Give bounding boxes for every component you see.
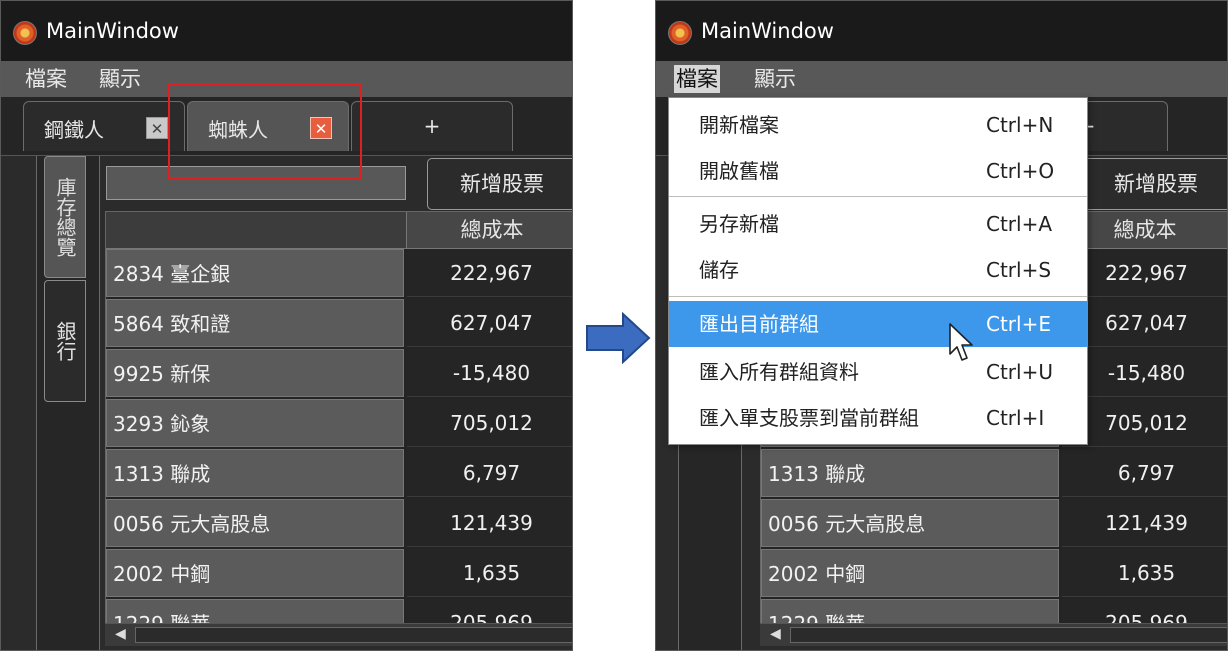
annotation-highlight-box xyxy=(168,83,362,179)
menu-item-import-all-groups[interactable]: 匯入所有群組資料 Ctrl+U xyxy=(669,349,1087,395)
stock-cost: 222,967 xyxy=(407,249,572,297)
scroll-left-icon[interactable]: ◀ xyxy=(115,626,126,642)
menu-item-label: 匯入所有群組資料 xyxy=(699,360,859,384)
side-tab-bank[interactable]: 銀行 xyxy=(44,280,86,402)
menu-item-open-file[interactable]: 開啟舊檔 Ctrl+O xyxy=(669,148,1087,194)
table-row[interactable]: 2002 中鋼 1,635 xyxy=(106,549,572,598)
stock-cost: 6,797 xyxy=(1062,449,1227,497)
table-row[interactable]: 1313 聯成 6,797 xyxy=(106,449,572,498)
menu-item-shortcut: Ctrl+S xyxy=(986,258,1052,282)
tab-label: 鋼鐵人 xyxy=(44,118,104,142)
stock-cost: -15,480 xyxy=(407,349,572,397)
menu-separator xyxy=(669,196,1087,197)
menu-item-label: 儲存 xyxy=(699,258,739,282)
stock-name: 9925 新保 xyxy=(106,349,404,397)
menu-separator xyxy=(669,296,1087,297)
menu-item-export-group[interactable]: 匯出目前群組 Ctrl+E xyxy=(669,301,1087,347)
stock-name: 3293 鈊象 xyxy=(106,399,404,447)
menu-file[interactable]: 檔案 xyxy=(23,65,69,93)
stock-name: 0056 元大高股息 xyxy=(106,499,404,547)
window-title: MainWindow xyxy=(46,19,179,43)
stock-cost: 121,439 xyxy=(1062,499,1227,547)
menu-item-shortcut: Ctrl+N xyxy=(986,113,1054,137)
menu-item-label: 另存新檔 xyxy=(699,212,779,236)
side-tab-inventory[interactable]: 庫存總覽 xyxy=(44,156,86,278)
menu-item-import-single-stock[interactable]: 匯入單支股票到當前群組 Ctrl+I xyxy=(669,395,1087,441)
stock-cost: 1,635 xyxy=(407,549,572,597)
tab-ironman[interactable]: 鋼鐵人 ✕ xyxy=(23,101,185,151)
close-icon[interactable]: ✕ xyxy=(146,117,168,139)
scroll-thumb[interactable] xyxy=(135,627,572,643)
menu-item-label: 匯入單支股票到當前群組 xyxy=(699,406,919,430)
app-icon xyxy=(668,21,692,45)
menu-file[interactable]: 檔案 xyxy=(674,65,720,93)
app-icon xyxy=(13,21,37,45)
stock-cost: 6,797 xyxy=(407,449,572,497)
stock-name: 0056 元大高股息 xyxy=(761,499,1059,547)
menu-item-label: 匯出目前群組 xyxy=(699,312,819,336)
stock-cost: 627,047 xyxy=(407,299,572,347)
stock-name: 2002 中鋼 xyxy=(761,549,1059,597)
title-bar: MainWindow xyxy=(656,1,1227,61)
add-stock-button[interactable]: 新增股票 xyxy=(427,158,572,210)
side-tab-panel: 庫存總覽 銀行 xyxy=(36,156,100,650)
table-row[interactable]: 3293 鈊象705,012 xyxy=(106,399,572,448)
menu-item-shortcut: Ctrl+A xyxy=(986,212,1053,236)
scroll-thumb[interactable] xyxy=(790,627,1227,643)
plus-icon: + xyxy=(423,114,441,138)
window-title: MainWindow xyxy=(701,19,834,43)
menu-view[interactable]: 顯示 xyxy=(752,65,798,93)
table-row[interactable]: 9925 新保-15,480 xyxy=(106,349,572,398)
menu-item-save-as[interactable]: 另存新檔 Ctrl+A xyxy=(669,201,1087,247)
stock-cost: 1,635 xyxy=(1062,549,1227,597)
stock-name: 5864 致和證 xyxy=(106,299,404,347)
menu-item-shortcut: Ctrl+E xyxy=(986,312,1051,336)
horizontal-scrollbar[interactable]: ◀ xyxy=(760,623,1227,646)
stock-name: 1313 聯成 xyxy=(106,449,404,497)
table-row[interactable]: 0056 元大高股息 121,439 xyxy=(106,499,572,548)
add-stock-button[interactable]: 新增股票 xyxy=(1081,158,1227,210)
arrow-right-icon xyxy=(586,312,651,364)
tab-add[interactable]: + xyxy=(351,101,513,151)
menu-item-shortcut: Ctrl+I xyxy=(986,406,1045,430)
table-row[interactable]: 5864 致和證627,047 xyxy=(106,299,572,348)
stock-cost: 705,012 xyxy=(407,399,572,447)
stock-table: 總成本 2834 臺企銀222,967 5864 致和證627,047 9925… xyxy=(105,211,572,636)
content-area: 庫存總覽 銀行 新增股票 總成本 2834 臺企銀 222,967 5864 致和… xyxy=(1,156,572,650)
table-header: 總成本 xyxy=(106,212,572,249)
table-row[interactable]: 2002 中鋼 1,635 xyxy=(761,549,1227,598)
mouse-cursor-icon xyxy=(949,323,973,361)
horizontal-scrollbar[interactable]: ◀ xyxy=(105,623,572,646)
menu-item-shortcut: Ctrl+U xyxy=(986,360,1053,384)
menu-item-new-file[interactable]: 開新檔案 Ctrl+N xyxy=(669,102,1087,148)
file-menu-dropdown: 開新檔案 Ctrl+N 開啟舊檔 Ctrl+O 另存新檔 Ctrl+A 儲存 C… xyxy=(668,97,1088,445)
menu-view[interactable]: 顯示 xyxy=(97,65,143,93)
table-row[interactable]: 0056 元大高股息 121,439 xyxy=(761,499,1227,548)
scroll-left-icon[interactable]: ◀ xyxy=(770,626,781,642)
menu-bar: 檔案 顯示 xyxy=(656,61,1227,97)
table-row[interactable]: 1313 聯成 6,797 xyxy=(761,449,1227,498)
stock-name: 2834 臺企銀 xyxy=(106,249,404,297)
menu-item-label: 開啟舊檔 xyxy=(699,159,779,183)
title-bar: MainWindow xyxy=(1,1,572,61)
stock-name: 1313 聯成 xyxy=(761,449,1059,497)
table-row[interactable]: 2834 臺企銀222,967 xyxy=(106,249,572,298)
menu-item-shortcut: Ctrl+O xyxy=(986,159,1055,183)
stock-cost: 121,439 xyxy=(407,499,572,547)
menu-item-save[interactable]: 儲存 Ctrl+S xyxy=(669,247,1087,293)
header-total-cost[interactable]: 總成本 xyxy=(406,212,572,248)
menu-item-label: 開新檔案 xyxy=(699,113,779,137)
stock-name: 2002 中鋼 xyxy=(106,549,404,597)
